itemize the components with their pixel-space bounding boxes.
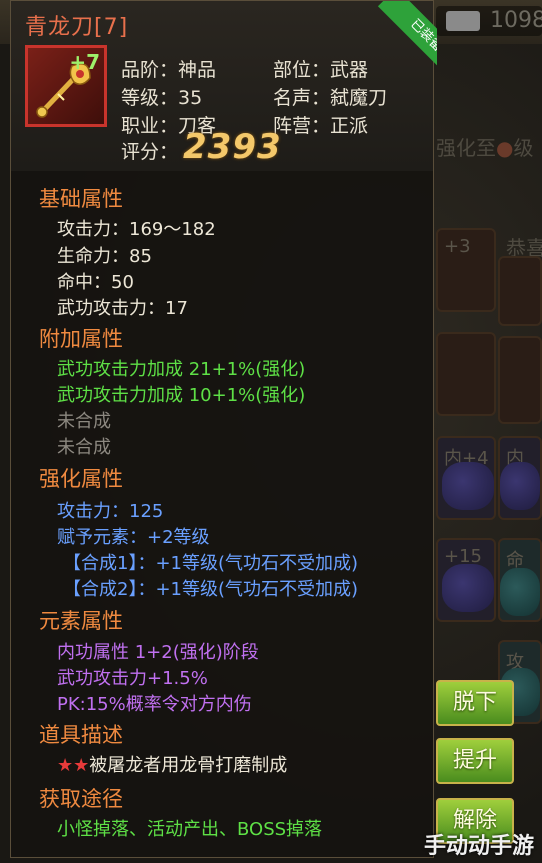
basic-attr-line: 攻击力：169～182 <box>57 219 216 240</box>
source-title: 获取途径 <box>39 787 123 811</box>
element-attr-line: 武功攻击力+1.5% <box>57 668 208 689</box>
extra-attr-line: 武功攻击力加成 10+1%(强化) <box>57 385 306 406</box>
silver-currency: 1098 <box>436 6 542 36</box>
element-attr-line: PK:15%概率令对方内伤 <box>57 694 252 715</box>
item-desc-text: 被屠龙者用龙骨打磨制成 <box>89 755 288 776</box>
score-label: 评分： <box>121 141 179 163</box>
enhance-attr-line: 攻击力：125 <box>57 501 164 522</box>
basic-attr-title: 基础属性 <box>39 187 123 211</box>
rarity-stars: ★★ <box>57 755 90 776</box>
silver-ingot-icon <box>446 11 480 31</box>
basic-attr-line: 生命力：85 <box>57 246 152 267</box>
item-desc: ★★被屠龙者用龙骨打磨制成 <box>57 751 287 777</box>
bg-gem-icon <box>500 568 540 616</box>
unequip-button[interactable]: 脱下 <box>436 680 514 726</box>
bg-gem-icon <box>500 462 540 510</box>
item-tooltip: 青龙刀[7] +7 品阶：神品 部位：武器 等级：35 名声：弑魔刀 职业：刀客… <box>10 0 437 858</box>
enhance-attr-line: 【合成1】：+1等级(气功石不受加成) <box>63 553 359 574</box>
bg-enhance-text: 强化至 <box>436 136 496 160</box>
item-name: 青龙刀[7] <box>25 15 129 40</box>
element-attr-line: 内功属性 1+2(强化)阶段 <box>57 642 259 663</box>
element-attr-title: 元素属性 <box>39 609 123 633</box>
site-watermark: 手动动手游 <box>424 834 535 859</box>
upgrade-button[interactable]: 提升 <box>436 738 514 784</box>
item-desc-title: 道具描述 <box>39 723 123 747</box>
bg-slot-label: +3 <box>444 236 471 257</box>
bg-dot: ● <box>496 136 514 160</box>
equipped-ribbon: 已装备 <box>377 1 437 71</box>
extra-attr-title: 附加属性 <box>39 327 123 351</box>
item-faction: 阵营：正派 <box>273 115 369 137</box>
item-icon-frame: +7 <box>25 45 107 127</box>
enhance-attr-title: 强化属性 <box>39 467 123 491</box>
basic-attr-line: 武功攻击力：17 <box>57 298 188 319</box>
item-slot: 部位：武器 <box>273 59 369 81</box>
bg-inventory-slot <box>498 256 542 326</box>
item-level: 等级：35 <box>121 87 203 109</box>
extra-attr-line: 武功攻击力加成 21+1%(强化) <box>57 359 306 380</box>
silver-amount: 1098 <box>490 8 542 33</box>
equipped-tag: 已装备 <box>367 1 437 71</box>
bg-gem-icon <box>442 564 494 612</box>
bg-inventory-slot <box>436 332 496 416</box>
item-score: 2393 <box>183 127 282 167</box>
bg-inventory-slot <box>498 336 542 424</box>
item-reputation: 名声：弑魔刀 <box>273 87 388 109</box>
bg-level-text: 级 <box>513 136 534 160</box>
basic-attr-line: 命中：50 <box>57 272 134 293</box>
enhance-attr-line: 【合成2】：+1等级(气功石不受加成) <box>63 579 359 600</box>
bg-gem-icon <box>442 462 494 510</box>
extra-attr-empty: 未合成 <box>57 411 111 432</box>
bg-inventory-slot: +3 <box>436 228 496 312</box>
item-grade: 品阶：神品 <box>121 59 217 81</box>
source-text: 小怪掉落、活动产出、BOSS掉落 <box>57 819 323 840</box>
enhance-level-badge: +7 <box>69 50 100 74</box>
enhance-attr-line: 赋予元素：+2等级 <box>57 527 210 548</box>
bg-enhance-hint: 强化至●级 <box>436 132 533 161</box>
extra-attr-empty: 未合成 <box>57 437 111 458</box>
